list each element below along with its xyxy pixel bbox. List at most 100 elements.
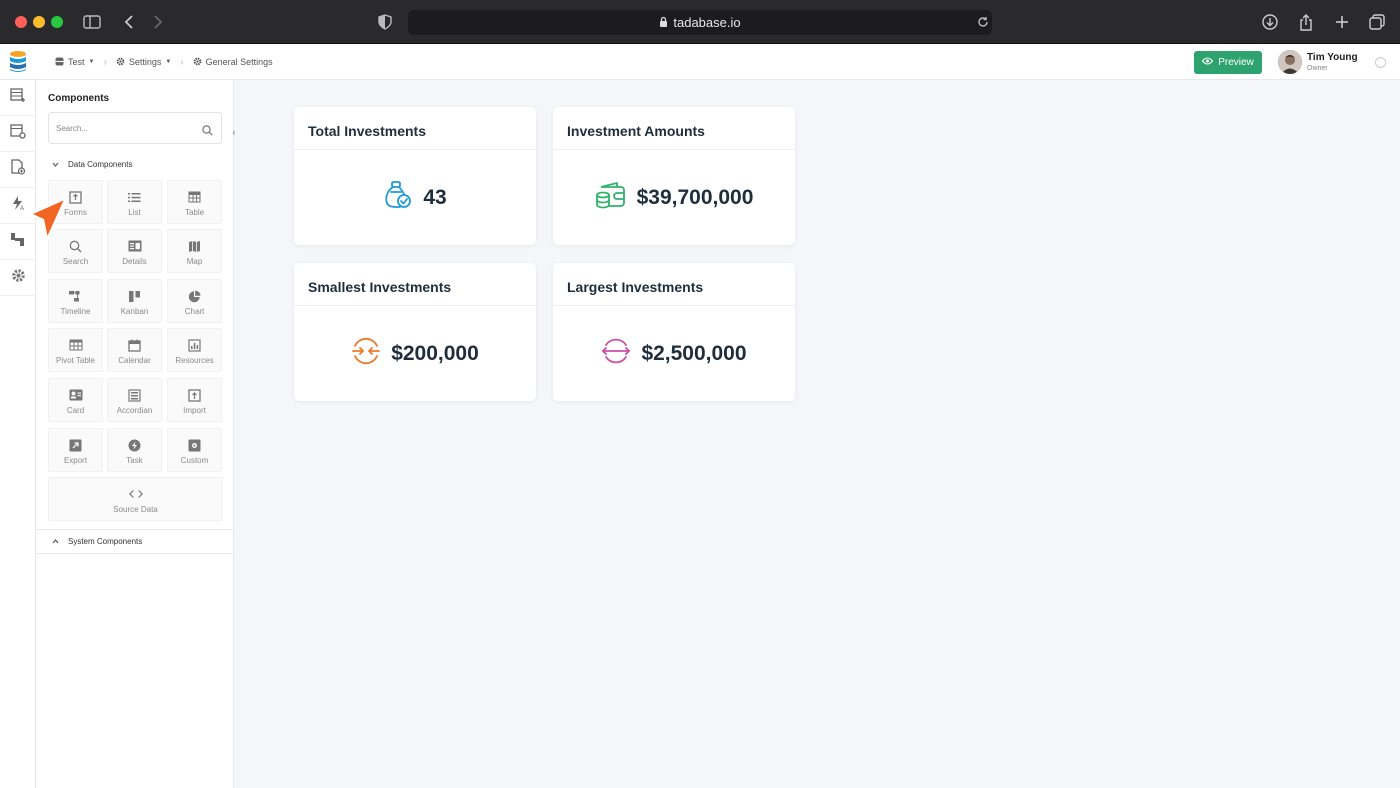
pipes-icon bbox=[10, 231, 26, 252]
tile-label: Task bbox=[126, 456, 143, 465]
shield-icon[interactable] bbox=[375, 12, 395, 32]
breadcrumb-label: Settings bbox=[128, 57, 162, 67]
system-components-header[interactable]: System Components bbox=[36, 529, 234, 553]
chevron-down-icon bbox=[52, 160, 59, 169]
user-role: Owner bbox=[1307, 65, 1328, 72]
browser-toolbar: tadabase.io bbox=[0, 0, 1400, 44]
tile-label: Chart bbox=[184, 307, 205, 316]
svg-text:A: A bbox=[20, 206, 24, 211]
rail-item-data-builder[interactable] bbox=[0, 116, 36, 152]
tile-label: Search bbox=[62, 257, 89, 266]
tile-import[interactable]: Import bbox=[167, 378, 222, 422]
divider bbox=[36, 553, 234, 554]
tile-pivot-table[interactable]: Pivot Table bbox=[48, 328, 103, 372]
maximize-window-button[interactable] bbox=[51, 16, 63, 28]
data-components-header[interactable]: Data Components bbox=[36, 152, 234, 176]
pivot-table-icon bbox=[69, 338, 83, 352]
tile-label: Kanban bbox=[120, 307, 149, 316]
tile-table[interactable]: Table bbox=[167, 180, 222, 224]
search-input[interactable] bbox=[49, 113, 221, 143]
rail-item-pages[interactable] bbox=[0, 152, 36, 188]
card-investment-amounts: Investment Amounts $39,700,000 bbox=[553, 107, 795, 245]
status-indicator-icon[interactable] bbox=[1375, 57, 1386, 68]
gear-icon bbox=[116, 57, 125, 68]
custom-icon bbox=[188, 438, 202, 452]
url-text: tadabase.io bbox=[673, 15, 741, 30]
tile-label: Calendar bbox=[118, 356, 151, 365]
close-window-button[interactable] bbox=[15, 16, 27, 28]
tab-overview-icon[interactable] bbox=[1367, 12, 1387, 32]
avatar[interactable] bbox=[1278, 50, 1302, 74]
table-icon bbox=[188, 190, 202, 204]
card-value: 43 bbox=[423, 185, 447, 209]
gear-icon bbox=[11, 268, 26, 288]
forward-arrow-icon[interactable] bbox=[148, 12, 168, 32]
tile-resources[interactable]: Resources bbox=[167, 328, 222, 372]
tile-calendar[interactable]: Calendar bbox=[107, 328, 162, 372]
breadcrumb-settings[interactable]: Settings ▼ bbox=[116, 57, 171, 68]
preview-button[interactable]: Preview bbox=[1194, 51, 1262, 74]
breadcrumb-general-settings[interactable]: General Settings bbox=[193, 57, 273, 68]
search-icon bbox=[69, 239, 83, 253]
card-value: $39,700,000 bbox=[636, 185, 754, 209]
tile-map[interactable]: Map bbox=[167, 229, 222, 273]
new-tab-icon[interactable] bbox=[1332, 12, 1352, 32]
tile-task[interactable]: Task bbox=[107, 428, 162, 472]
export-icon bbox=[69, 438, 83, 452]
tadabase-logo-icon[interactable] bbox=[8, 50, 30, 74]
card-value: $200,000 bbox=[391, 341, 479, 365]
tile-kanban[interactable]: Kanban bbox=[107, 279, 162, 323]
pie-chart-icon bbox=[188, 289, 202, 303]
tile-source-data[interactable]: Source Data bbox=[48, 477, 223, 521]
tile-export[interactable]: Export bbox=[48, 428, 103, 472]
tile-details[interactable]: Details bbox=[107, 229, 162, 273]
components-panel: Components ‹ Data Components Forms List … bbox=[36, 80, 236, 788]
breadcrumb-test[interactable]: Test ▼ bbox=[55, 57, 94, 68]
reload-icon[interactable] bbox=[973, 12, 993, 32]
tile-card[interactable]: Card bbox=[48, 378, 103, 422]
collapse-panel-button[interactable]: ‹ bbox=[229, 124, 239, 140]
tile-accordion[interactable]: Accordian bbox=[107, 378, 162, 422]
search-icon[interactable] bbox=[202, 123, 213, 141]
accordion-icon bbox=[128, 388, 142, 402]
rail-item-data-tables[interactable] bbox=[0, 80, 36, 116]
timeline-icon bbox=[68, 289, 83, 303]
back-arrow-icon[interactable] bbox=[119, 12, 139, 32]
automation-bolt-icon: A bbox=[10, 195, 26, 216]
card-title: Smallest Investments bbox=[308, 279, 452, 295]
arrows-inward-icon bbox=[351, 336, 381, 371]
database-settings-icon bbox=[10, 123, 26, 144]
section-label: System Components bbox=[68, 536, 143, 546]
tile-list[interactable]: List bbox=[107, 180, 162, 224]
chevron-right-icon: › bbox=[103, 56, 107, 68]
tile-label: Map bbox=[186, 257, 203, 266]
download-icon[interactable] bbox=[1260, 12, 1280, 32]
tile-custom[interactable]: Custom bbox=[167, 428, 222, 472]
tile-label: List bbox=[128, 208, 141, 217]
tile-label: Accordian bbox=[116, 406, 153, 415]
user-name[interactable]: Tim Young bbox=[1307, 52, 1358, 63]
map-icon bbox=[188, 239, 202, 253]
breadcrumb-label: Test bbox=[68, 57, 85, 67]
chevron-right-icon: › bbox=[180, 56, 184, 68]
card-icon bbox=[69, 388, 83, 402]
resources-icon bbox=[188, 338, 202, 352]
card-smallest-investments: Smallest Investments $200,000 bbox=[294, 263, 536, 401]
tile-timeline[interactable]: Timeline bbox=[48, 279, 103, 323]
arrows-outward-icon bbox=[601, 336, 631, 371]
preview-label: Preview bbox=[1218, 57, 1254, 68]
calendar-icon bbox=[128, 338, 142, 352]
component-search bbox=[48, 112, 222, 144]
tile-label: Details bbox=[122, 257, 147, 266]
minimize-window-button[interactable] bbox=[33, 16, 45, 28]
eye-icon bbox=[1201, 57, 1214, 68]
tile-chart[interactable]: Chart bbox=[167, 279, 222, 323]
address-bar[interactable]: tadabase.io bbox=[408, 10, 992, 35]
rail-item-settings[interactable] bbox=[0, 260, 36, 296]
share-icon[interactable] bbox=[1296, 12, 1316, 32]
form-icon bbox=[69, 190, 83, 204]
tile-label: Table bbox=[184, 208, 205, 217]
tile-label: Custom bbox=[180, 456, 209, 465]
sidebar-toggle-icon[interactable] bbox=[82, 12, 102, 32]
tile-label: Export bbox=[63, 456, 88, 465]
